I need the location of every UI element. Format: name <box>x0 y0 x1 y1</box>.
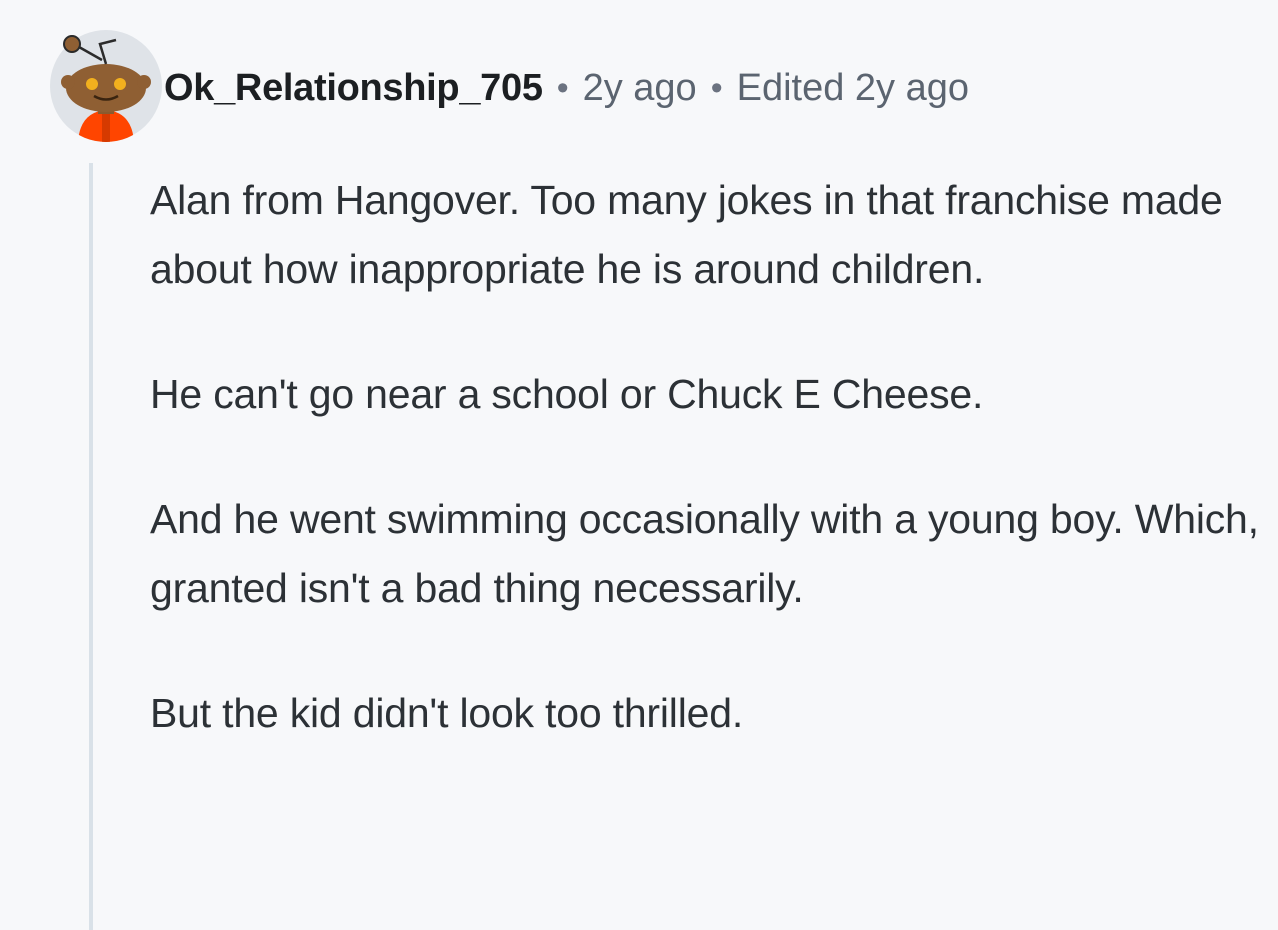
thread-line[interactable] <box>89 163 93 930</box>
comment-body: Alan from Hangover. Too many jokes in th… <box>150 166 1260 804</box>
comment-paragraph: Alan from Hangover. Too many jokes in th… <box>150 177 1223 292</box>
author-username[interactable]: Ok_Relationship_705 <box>164 67 543 110</box>
edited-label: Edited 2y ago <box>736 66 969 109</box>
snoo-avatar-icon <box>50 30 162 142</box>
comment-header: Ok_Relationship_705 • 2y ago • Edited 2y… <box>164 62 969 114</box>
avatar[interactable] <box>50 30 162 142</box>
comment-paragraph: But the kid didn't look too thrilled. <box>150 690 744 736</box>
comment-paragraph: He can't go near a school or Chuck E Che… <box>150 371 984 417</box>
comment: Ok_Relationship_705 • 2y ago • Edited 2y… <box>0 0 1278 930</box>
meta-separator: • <box>710 68 723 107</box>
comment-age[interactable]: 2y ago <box>583 67 697 110</box>
comment-paragraph: And he went swimming occasionally with a… <box>150 496 1259 611</box>
meta-separator: • <box>556 68 569 107</box>
